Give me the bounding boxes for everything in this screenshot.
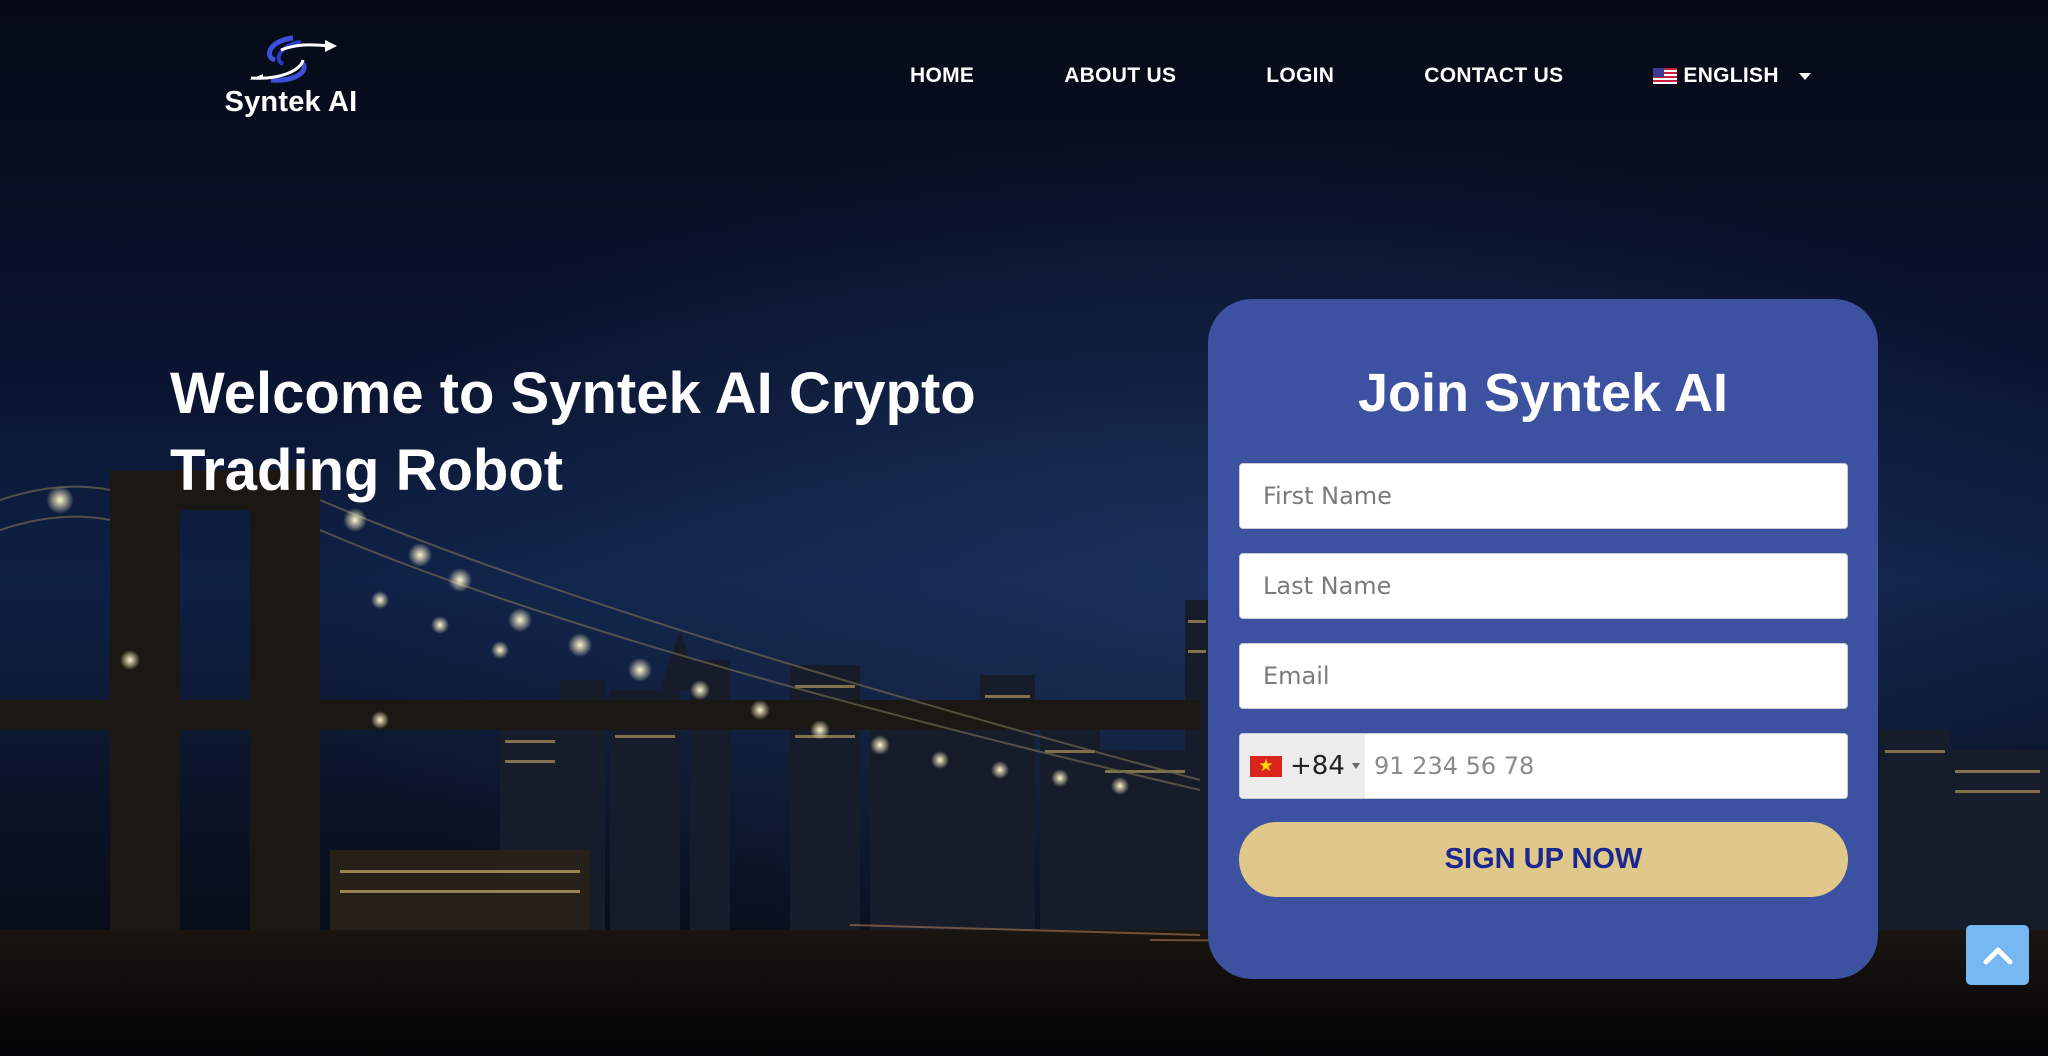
nav-home[interactable]: HOME xyxy=(910,64,974,88)
nav-contact-us[interactable]: CONTACT US xyxy=(1424,64,1563,88)
signup-title: Join Syntek AI xyxy=(1357,363,1729,423)
sign-up-button[interactable]: SIGN UP NOW xyxy=(1239,822,1848,897)
brand-name: Syntek AI xyxy=(224,86,358,118)
nav-login[interactable]: LOGIN xyxy=(1266,64,1334,88)
country-code-selector[interactable]: +84 xyxy=(1240,734,1365,798)
main-nav: HOME ABOUT US LOGIN CONTACT US ENGLISH xyxy=(910,64,1811,88)
language-selector[interactable]: ENGLISH xyxy=(1653,64,1811,88)
first-name-input[interactable] xyxy=(1239,463,1848,529)
hero-title-line-1: Welcome to Syntek AI Crypto xyxy=(170,361,976,426)
email-input[interactable] xyxy=(1239,643,1848,709)
syntek-logo-icon xyxy=(249,35,337,83)
phone-input[interactable] xyxy=(1365,734,1847,798)
nav-about-us[interactable]: ABOUT US xyxy=(1064,64,1176,88)
brand-logo[interactable]: Syntek AI xyxy=(222,30,360,119)
hero-title: Welcome to Syntek AI Crypto Trading Robo… xyxy=(170,355,1070,509)
signup-card: Join Syntek AI +84 SIGN UP NOW xyxy=(1208,299,1878,979)
last-name-input[interactable] xyxy=(1239,553,1848,619)
country-code: +84 xyxy=(1290,751,1345,781)
chevron-down-icon xyxy=(1798,72,1811,80)
chevron-down-icon xyxy=(1351,763,1360,769)
language-label: ENGLISH xyxy=(1683,64,1779,87)
scroll-to-top-button[interactable] xyxy=(1966,925,2029,985)
vietnam-flag-icon xyxy=(1250,753,1282,779)
chevron-up-icon xyxy=(1983,947,2012,965)
phone-field: +84 xyxy=(1239,733,1848,799)
us-flag-icon xyxy=(1653,68,1678,84)
hero-title-line-2: Trading Robot xyxy=(170,438,564,503)
